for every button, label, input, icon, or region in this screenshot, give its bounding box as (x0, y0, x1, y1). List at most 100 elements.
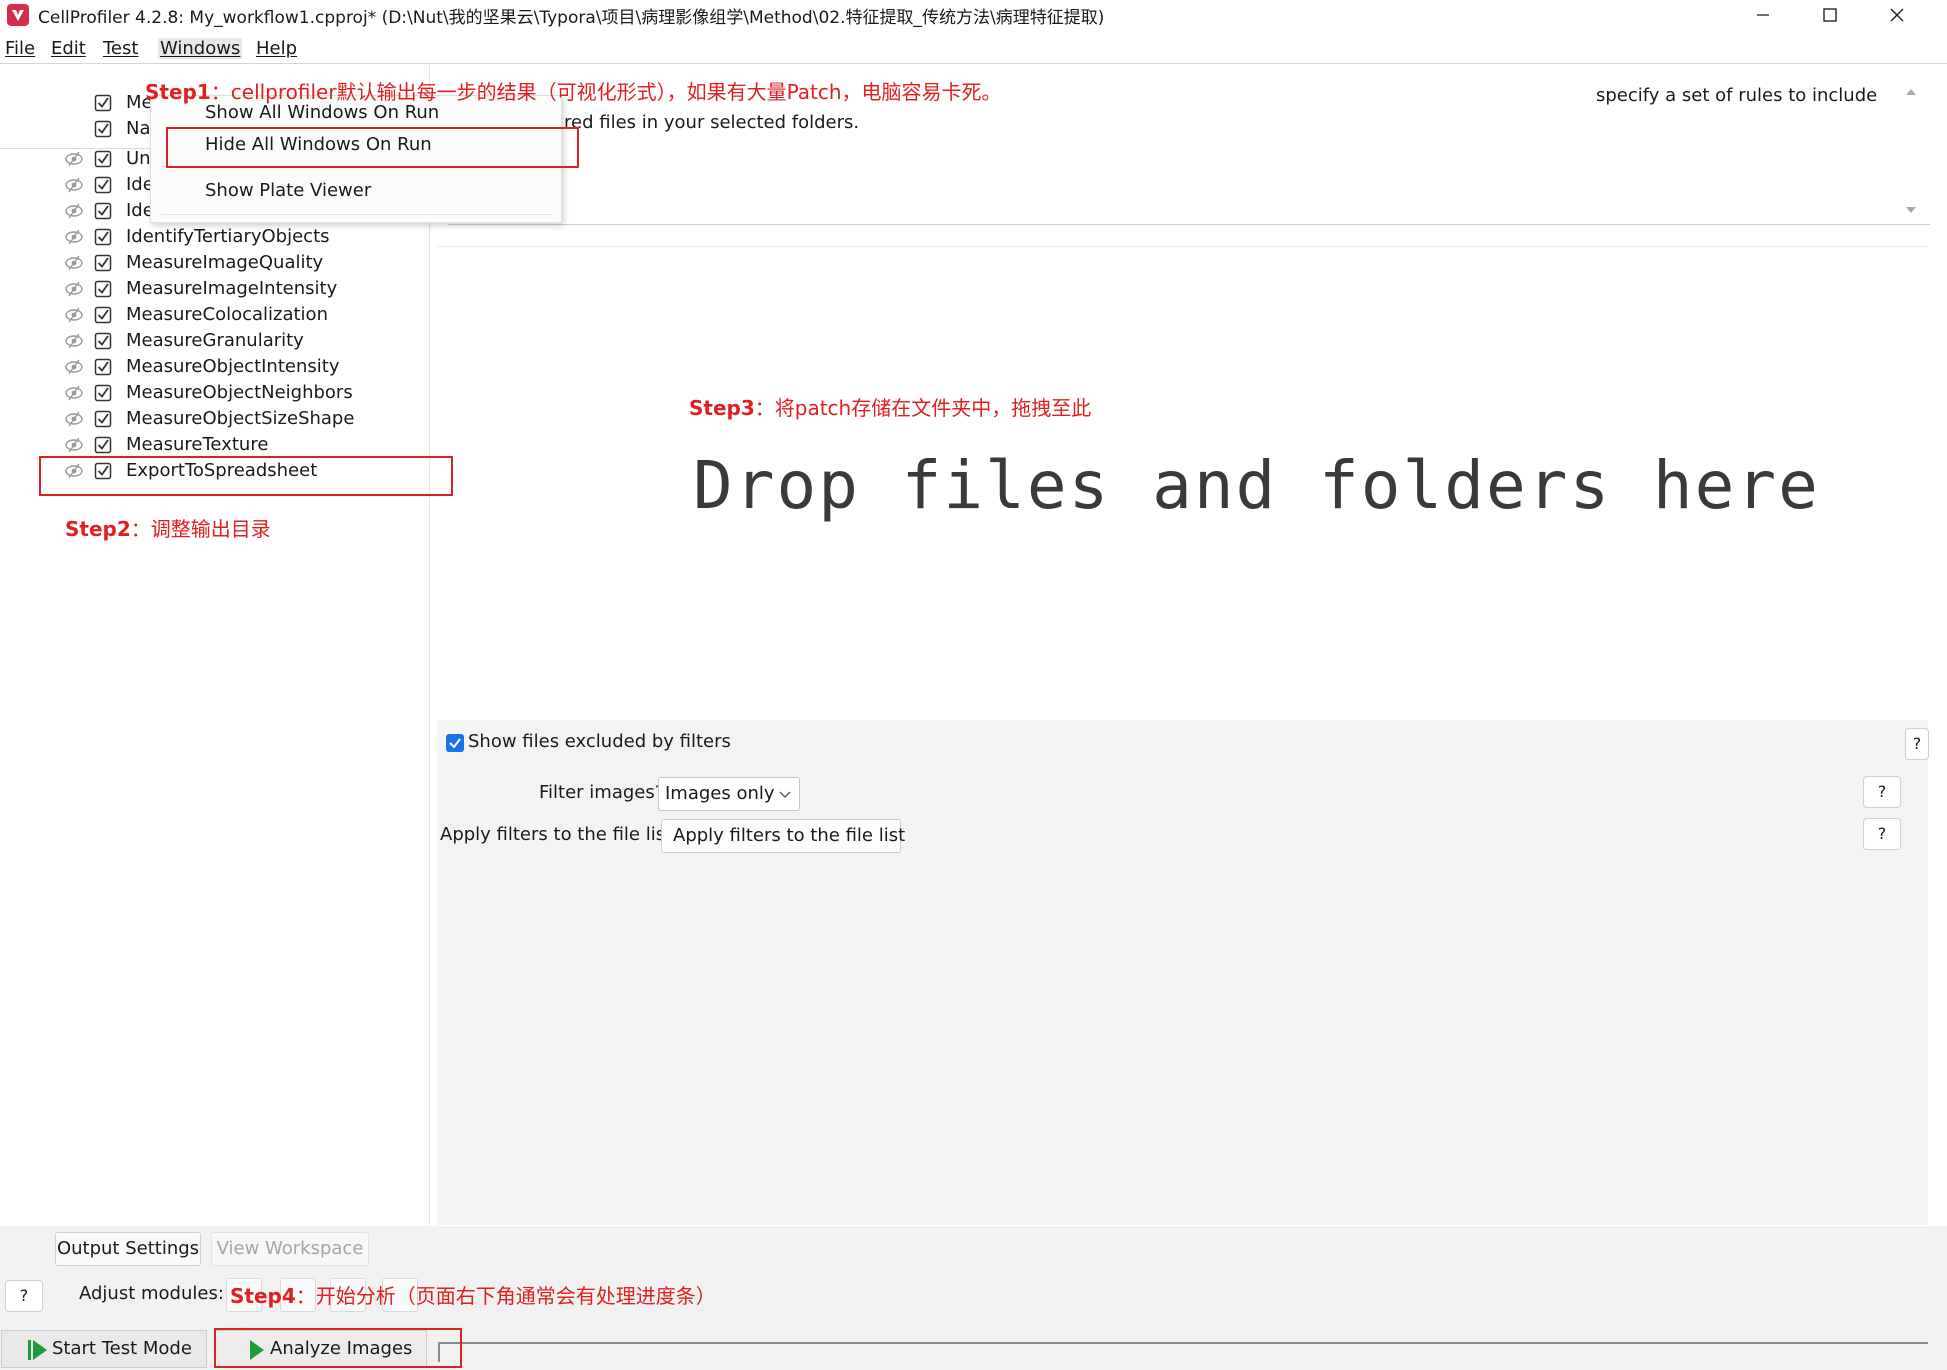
close-icon (1890, 8, 1904, 22)
eye-hidden-icon[interactable] (64, 359, 84, 375)
module-enabled-checkbox-icon[interactable] (94, 150, 112, 168)
eye-hidden-icon[interactable] (64, 151, 84, 167)
annotation-step1-text: ：cellprofiler默认输出每一步的结果（可视化形式），如果有大量Patc… (210, 80, 1002, 104)
pipeline-module-row[interactable]: MeasureObjectNeighbors (0, 381, 430, 407)
module-enabled-checkbox-icon[interactable] (94, 306, 112, 324)
apply-filters-label: Apply filters to the file list (440, 824, 673, 845)
pipeline-module-row[interactable]: MeasureColocalization (0, 303, 430, 329)
filter-images-select[interactable]: Images only (658, 777, 800, 811)
output-settings-button[interactable]: Output Settings (55, 1232, 201, 1266)
cellprofiler-logo-icon (7, 4, 29, 26)
show-excluded-label: Show files excluded by filters (468, 731, 731, 752)
module-enabled-checkbox-icon[interactable] (94, 254, 112, 272)
annotation-step2-text: ：调整输出目录 (130, 517, 271, 541)
eye-hidden-icon[interactable] (64, 411, 84, 427)
menu-separator (161, 214, 553, 215)
module-enabled-checkbox-icon[interactable] (94, 384, 112, 402)
menu-test[interactable]: Test (103, 38, 138, 59)
module-label: MeasureColocalization (126, 304, 328, 325)
pipeline-module-row[interactable]: MeasureObjectIntensity (0, 355, 430, 381)
eye-hidden-icon[interactable] (64, 385, 84, 401)
pipeline-module-row[interactable]: MeasureImageQuality (0, 251, 430, 277)
help-scrollbar[interactable] (1893, 65, 1929, 225)
window-title: CellProfiler 4.2.8: My_workflow1.cpproj*… (38, 8, 1105, 28)
annotation-step4: Step4：开始分析（页面右下角通常会有处理进度条） (230, 1280, 716, 1309)
apply-filters-button[interactable]: Apply filters to the file list (661, 819, 905, 853)
filter-images-label: Filter images? (539, 782, 665, 803)
eye-hidden-icon[interactable] (64, 255, 84, 271)
annotation-step2-tag: Step2 (65, 517, 131, 541)
module-label: IdentifyTertiaryObjects (126, 226, 330, 247)
module-enabled-checkbox-icon[interactable] (94, 410, 112, 428)
minimize-icon (1757, 14, 1769, 16)
adjust-modules-label: Adjust modules: (79, 1283, 224, 1304)
module-label: Na (126, 118, 151, 139)
test-mode-play-icon (28, 1340, 47, 1360)
start-test-mode-button[interactable]: Start Test Mode (1, 1330, 207, 1368)
pipeline-module-row[interactable]: MeasureImageIntensity (0, 277, 430, 303)
annotation-step1-tag: Step1 (145, 80, 211, 104)
annotation-step4-text: ：开始分析（页面右下角通常会有处理进度条） (295, 1284, 716, 1308)
eye-hidden-icon[interactable] (64, 437, 84, 453)
eye-hidden-icon[interactable] (64, 333, 84, 349)
module-enabled-checkbox-icon[interactable] (94, 280, 112, 298)
module-label: MeasureTexture (126, 434, 269, 455)
maximize-icon (1823, 8, 1837, 22)
help-button[interactable]: ? (1863, 818, 1901, 850)
module-enabled-checkbox-icon[interactable] (94, 120, 112, 138)
help-button[interactable]: ? (1905, 728, 1929, 760)
pipeline-module-row[interactable]: MeasureGranularity (0, 329, 430, 355)
close-button[interactable] (1864, 0, 1930, 30)
module-enabled-checkbox-icon[interactable] (94, 176, 112, 194)
checkmark-icon (449, 738, 461, 749)
menu-item-show-all-windows[interactable]: Show All Windows On Run (205, 102, 439, 123)
help-text-line: red files in your selected folders. (564, 112, 860, 133)
eye-hidden-icon[interactable] (64, 307, 84, 323)
menu-windows[interactable]: Windows (158, 38, 243, 59)
annotation-step1: Step1：cellprofiler默认输出每一步的结果（可视化形式），如果有大… (145, 76, 1002, 105)
module-label: MeasureImageQuality (126, 252, 324, 273)
module-label: MeasureObjectNeighbors (126, 382, 353, 403)
file-drop-zone[interactable]: Drop files and folders here (437, 246, 1928, 719)
menu-help[interactable]: Help (256, 38, 297, 59)
annotation-box-hide-all-windows (166, 127, 579, 168)
pipeline-panel: Me Na Un Ide Ide IdentifyTertiaryObjects Measu… (0, 65, 430, 1225)
annotation-step3: Step3：将patch存储在文件夹中，拖拽至此 (689, 392, 1091, 421)
menu-item-show-plate-viewer[interactable]: Show Plate Viewer (205, 180, 371, 201)
module-label: MeasureObjectIntensity (126, 356, 340, 377)
menu-bar: File Edit Test Windows Help (0, 34, 1947, 64)
progress-bar (438, 1342, 1928, 1362)
help-button[interactable]: ? (1863, 776, 1901, 808)
filter-images-value: Images only (665, 783, 775, 804)
module-enabled-checkbox-icon[interactable] (94, 332, 112, 350)
annotation-box-export-to-spreadsheet (39, 456, 453, 496)
eye-hidden-icon[interactable] (64, 177, 84, 193)
module-enabled-checkbox-icon[interactable] (94, 436, 112, 454)
eye-hidden-icon[interactable] (64, 203, 84, 219)
module-label: MeasureImageIntensity (126, 278, 338, 299)
annotation-step3-tag: Step3 (689, 396, 755, 420)
help-button[interactable]: ? (5, 1280, 43, 1312)
maximize-button[interactable] (1797, 0, 1863, 30)
images-settings-panel: Show files excluded by filters ? Filter … (437, 720, 1929, 1225)
view-workspace-button[interactable]: View Workspace (211, 1232, 369, 1266)
pipeline-module-row[interactable]: MeasureObjectSizeShape (0, 407, 430, 433)
annotation-step2: Step2：调整输出目录 (65, 513, 271, 542)
scroll-arrows-icon (1906, 89, 1916, 213)
module-enabled-checkbox-icon[interactable] (94, 202, 112, 220)
start-test-mode-label: Start Test Mode (52, 1338, 192, 1359)
pipeline-module-row[interactable]: IdentifyTertiaryObjects (0, 225, 430, 251)
drop-zone-text: Drop files and folders here (693, 447, 1820, 524)
chevron-down-icon (779, 791, 791, 798)
module-enabled-checkbox-icon[interactable] (94, 94, 112, 112)
eye-hidden-icon[interactable] (64, 229, 84, 245)
module-enabled-checkbox-icon[interactable] (94, 358, 112, 376)
module-label: MeasureGranularity (126, 330, 304, 351)
eye-hidden-icon[interactable] (64, 281, 84, 297)
minimize-button[interactable] (1730, 0, 1796, 30)
menu-edit[interactable]: Edit (51, 38, 86, 59)
module-enabled-checkbox-icon[interactable] (94, 228, 112, 246)
menu-file[interactable]: File (5, 38, 35, 59)
module-label: MeasureObjectSizeShape (126, 408, 355, 429)
show-excluded-checkbox[interactable] (446, 734, 464, 752)
